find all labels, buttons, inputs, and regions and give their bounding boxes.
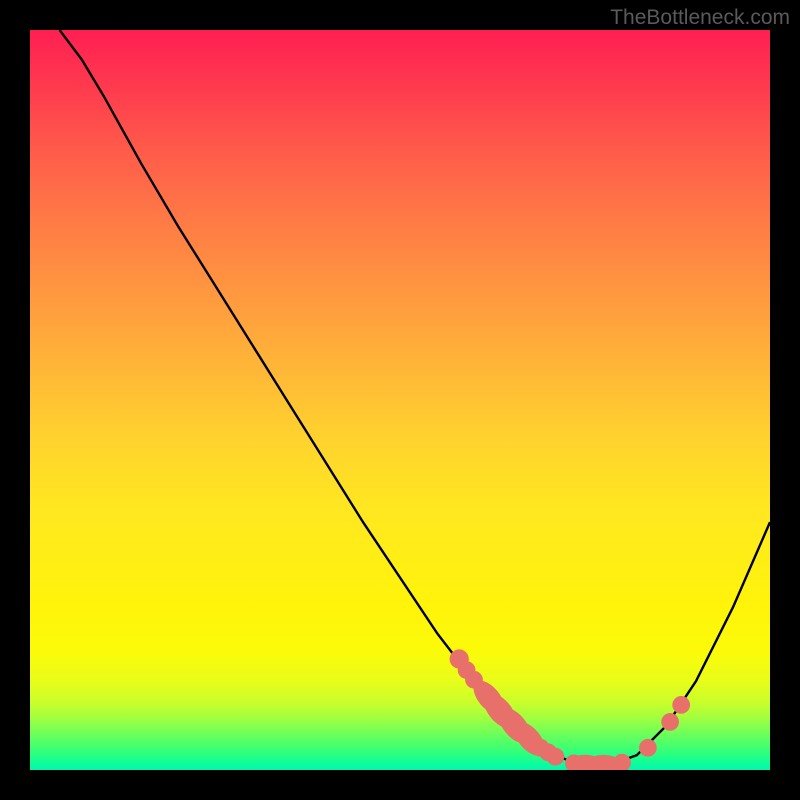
chart-svg (30, 30, 770, 770)
chart-frame (28, 28, 772, 772)
chart-markers (450, 649, 691, 772)
chart-marker (639, 739, 657, 757)
chart-marker (613, 754, 631, 772)
chart-marker (672, 696, 690, 714)
attribution-text: TheBottleneck.com (610, 6, 790, 30)
chart-marker (547, 748, 565, 766)
chart-curve (60, 30, 770, 766)
chart-marker (661, 713, 679, 731)
